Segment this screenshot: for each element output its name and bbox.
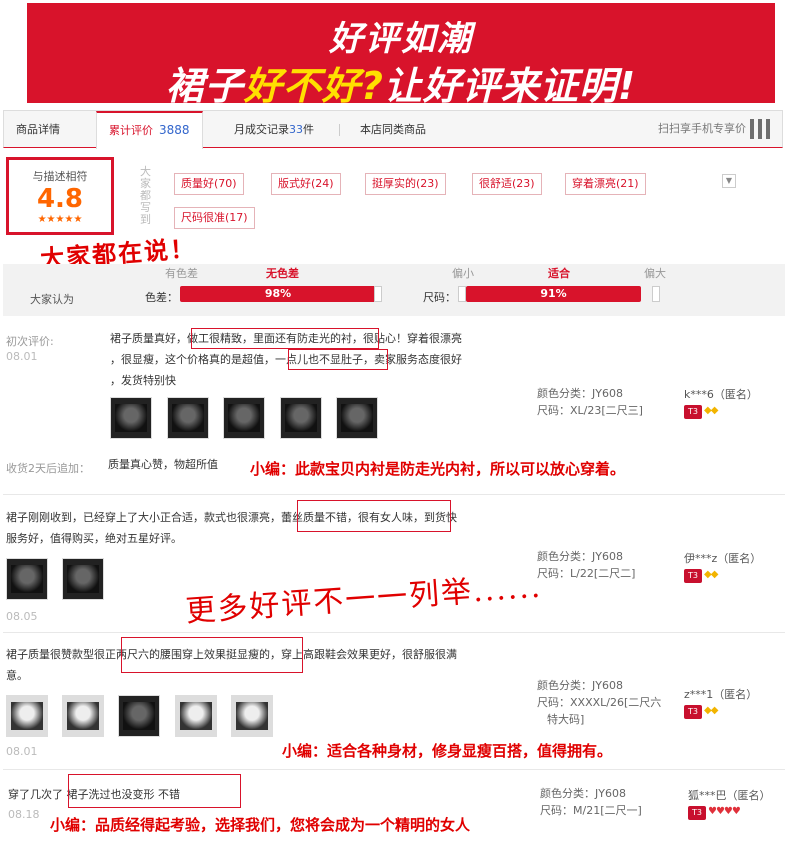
editor-note: 小编：适合各种身材，修身显瘦百搭，值得拥有。 — [282, 742, 613, 760]
diamond-icon: ◆◆ — [704, 705, 718, 716]
tag-pretty[interactable]: 穿着漂亮(21) — [565, 173, 646, 195]
star-rating-icon: ★★★★★ — [37, 214, 83, 225]
tag-thick[interactable]: 挺厚实的(23) — [365, 173, 446, 195]
reviewer-name[interactable]: 伊***z（匿名） — [684, 550, 761, 566]
review-photo[interactable] — [280, 397, 322, 439]
review-date: 08.01 — [6, 350, 38, 363]
highlight-box — [297, 500, 451, 532]
size-bar: 91% — [466, 286, 641, 302]
divider — [3, 632, 785, 633]
followup-label: 收货2天后追加： — [6, 462, 90, 475]
color-bar: 98% — [180, 286, 376, 302]
color-label: 色差： — [145, 291, 178, 304]
tab-divider — [339, 124, 340, 136]
opinion-band — [3, 264, 785, 316]
color-scale-mid: 无色差 — [266, 267, 299, 280]
tab-bar: 商品详情 累计评价 3888 月成交记录33件 本店同类商品 扫扫享手机专享价 — [3, 110, 783, 149]
annotation-more-reviews: 更多好评不一一列举...... — [184, 569, 544, 630]
score-value: 4.8 — [36, 184, 84, 214]
chevron-down-icon[interactable]: ▼ — [722, 174, 736, 188]
score-label: 与描述相符 — [32, 170, 88, 183]
tag-comfort[interactable]: 很舒适(23) — [472, 173, 542, 195]
size-scale-right: 偏大 — [644, 267, 666, 280]
diamond-icon: ◆◆ — [704, 569, 718, 580]
divider — [3, 769, 785, 770]
review-photo[interactable] — [62, 558, 104, 600]
banner-title: 好评如潮 — [329, 19, 473, 59]
color-scale-left: 有色差 — [165, 267, 198, 280]
followup-text: 质量真心赞，物超所值 — [108, 458, 218, 471]
review-sku: 颜色分类：JY608 尺码：M/21[二尺一] — [540, 787, 642, 817]
review-photo[interactable] — [62, 695, 104, 737]
review-date: 08.05 — [6, 610, 38, 623]
tab-product-detail[interactable]: 商品详情 — [4, 111, 72, 148]
user-level-badge: T3 — [684, 705, 702, 719]
tab-same-category[interactable]: 本店同类商品 — [348, 111, 438, 148]
review-date: 08.01 — [6, 745, 38, 758]
review-photo[interactable] — [167, 397, 209, 439]
diamond-icon: ♥♥♥♥ — [708, 806, 741, 817]
tag-quality[interactable]: 质量好(70) — [174, 173, 244, 195]
review-photo[interactable] — [6, 558, 48, 600]
tag-size-accurate[interactable]: 尺码很准(17) — [174, 207, 255, 229]
tab-monthly-sales[interactable]: 月成交记录33件 — [222, 111, 326, 148]
review-photo[interactable] — [336, 397, 378, 439]
review-photo[interactable] — [118, 695, 160, 737]
mobile-price-link[interactable]: 扫扫享手机专享价 — [658, 119, 770, 139]
editor-note: 小编：品质经得起考验，选择我们，您将会成为一个精明的女人 — [50, 816, 471, 834]
reviewer-name[interactable]: k***6（匿名） — [684, 386, 758, 402]
review-sku: 颜色分类：JY608 尺码：XXXXL/26[二尺六 特大码] — [537, 679, 662, 726]
banner-subtitle: 裙子好不好?让好评来证明! — [165, 64, 637, 108]
reviewer-name[interactable]: z***1（匿名） — [684, 686, 757, 702]
highlight-box — [288, 349, 388, 370]
divider — [3, 494, 785, 495]
editor-note: 小编：此款宝贝内衬是防走光内衬，所以可以放心穿着。 — [250, 460, 626, 478]
rating-score-box: 与描述相符 4.8 ★★★★★ — [6, 157, 114, 235]
review-photo[interactable] — [6, 695, 48, 737]
review-photo[interactable] — [110, 397, 152, 439]
review-sku: 颜色分类：JY608 尺码：L/22[二尺二] — [537, 550, 636, 580]
review-sku: 颜色分类：JY608 尺码：XL/23[二尺三] — [537, 387, 643, 417]
review-date: 08.18 — [8, 808, 40, 821]
tab-reviews[interactable]: 累计评价 3888 — [96, 111, 203, 149]
reviewer-name[interactable]: 狐***巴（匿名） — [688, 787, 771, 803]
review-photo[interactable] — [223, 397, 265, 439]
highlight-box — [121, 637, 303, 673]
tag-style[interactable]: 版式好(24) — [271, 173, 341, 195]
size-bar-start — [458, 286, 466, 302]
review-photo[interactable] — [231, 695, 273, 737]
diamond-icon: ◆◆ — [704, 405, 718, 416]
size-bar-end — [652, 286, 660, 302]
qr-code-icon — [750, 119, 770, 139]
size-label: 尺码： — [423, 291, 456, 304]
highlight-box — [68, 774, 241, 808]
size-scale-mid: 适合 — [548, 267, 570, 280]
color-bar-end — [374, 286, 382, 302]
review-photo[interactable] — [175, 695, 217, 737]
highlight-box — [191, 328, 379, 349]
user-level-badge: T3 — [684, 405, 702, 419]
opinion-label: 大家认为 — [30, 293, 74, 306]
first-review-label: 初次评价: — [6, 335, 54, 348]
user-level-badge: T3 — [684, 569, 702, 583]
size-scale-left: 偏小 — [452, 267, 474, 280]
user-level-badge: T3 — [688, 806, 706, 820]
promo-banner: 好评如潮 裙子好不好?让好评来证明! — [27, 3, 775, 108]
tags-vertical-label: 大家都写到 — [140, 165, 151, 226]
